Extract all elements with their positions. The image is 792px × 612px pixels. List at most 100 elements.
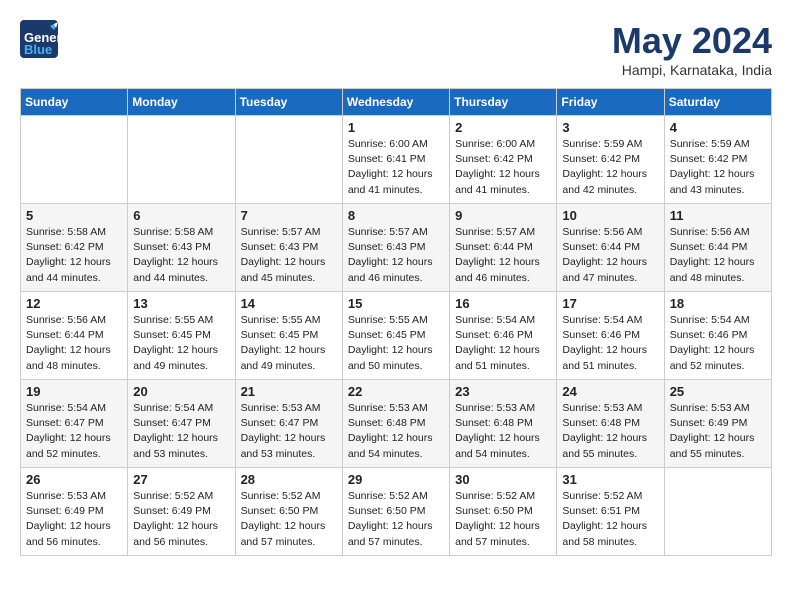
logo-icon: General Blue [20, 20, 58, 58]
day-number: 9 [455, 208, 551, 223]
day-detail: Sunrise: 5:58 AM Sunset: 6:43 PM Dayligh… [133, 225, 229, 286]
page-header: General Blue May 2024 Hampi, Karnataka, … [20, 20, 772, 78]
day-number: 20 [133, 384, 229, 399]
calendar-cell: 14 Sunrise: 5:55 AM Sunset: 6:45 PM Dayli… [235, 292, 342, 380]
calendar-cell [21, 116, 128, 204]
month-title: May 2024 [612, 20, 772, 62]
day-number: 6 [133, 208, 229, 223]
day-detail: Sunrise: 5:55 AM Sunset: 6:45 PM Dayligh… [241, 313, 337, 374]
day-detail: Sunrise: 5:52 AM Sunset: 6:49 PM Dayligh… [133, 489, 229, 550]
day-detail: Sunrise: 5:53 AM Sunset: 6:48 PM Dayligh… [562, 401, 658, 462]
day-number: 3 [562, 120, 658, 135]
day-number: 30 [455, 472, 551, 487]
day-detail: Sunrise: 5:53 AM Sunset: 6:48 PM Dayligh… [348, 401, 444, 462]
day-number: 10 [562, 208, 658, 223]
calendar-cell: 13 Sunrise: 5:55 AM Sunset: 6:45 PM Dayli… [128, 292, 235, 380]
day-detail: Sunrise: 5:54 AM Sunset: 6:46 PM Dayligh… [562, 313, 658, 374]
day-number: 25 [670, 384, 766, 399]
calendar-cell: 2Sunrise: 6:00 AM Sunset: 6:42 PM Daylig… [450, 116, 557, 204]
calendar-cell: 16Sunrise: 5:54 AM Sunset: 6:46 PM Dayli… [450, 292, 557, 380]
calendar-cell: 3 Sunrise: 5:59 AM Sunset: 6:42 PM Daylig… [557, 116, 664, 204]
calendar-table: SundayMondayTuesdayWednesdayThursdayFrid… [20, 88, 772, 556]
day-detail: Sunrise: 5:56 AM Sunset: 6:44 PM Dayligh… [562, 225, 658, 286]
day-detail: Sunrise: 5:56 AM Sunset: 6:44 PM Dayligh… [26, 313, 122, 374]
day-detail: Sunrise: 6:00 AM Sunset: 6:42 PM Dayligh… [455, 137, 551, 198]
day-detail: Sunrise: 5:52 AM Sunset: 6:50 PM Dayligh… [455, 489, 551, 550]
calendar-cell: 17Sunrise: 5:54 AM Sunset: 6:46 PM Dayli… [557, 292, 664, 380]
logo: General Blue [20, 20, 58, 58]
calendar-cell: 8 Sunrise: 5:57 AM Sunset: 6:43 PM Daylig… [342, 204, 449, 292]
day-number: 14 [241, 296, 337, 311]
day-number: 5 [26, 208, 122, 223]
calendar-cell: 20 Sunrise: 5:54 AM Sunset: 6:47 PM Dayli… [128, 380, 235, 468]
calendar-cell: 30 Sunrise: 5:52 AM Sunset: 6:50 PM Dayli… [450, 468, 557, 556]
calendar-cell: 25 Sunrise: 5:53 AM Sunset: 6:49 PM Dayli… [664, 380, 771, 468]
day-detail: Sunrise: 5:53 AM Sunset: 6:47 PM Dayligh… [241, 401, 337, 462]
day-detail: Sunrise: 5:59 AM Sunset: 6:42 PM Dayligh… [670, 137, 766, 198]
weekday-header-monday: Monday [128, 89, 235, 116]
calendar-cell: 28 Sunrise: 5:52 AM Sunset: 6:50 PM Dayli… [235, 468, 342, 556]
day-number: 31 [562, 472, 658, 487]
calendar-cell: 23 Sunrise: 5:53 AM Sunset: 6:48 PM Dayli… [450, 380, 557, 468]
day-detail: Sunrise: 5:53 AM Sunset: 6:48 PM Dayligh… [455, 401, 551, 462]
calendar-cell: 6 Sunrise: 5:58 AM Sunset: 6:43 PM Daylig… [128, 204, 235, 292]
calendar-cell: 1 Sunrise: 6:00 AM Sunset: 6:41 PM Daylig… [342, 116, 449, 204]
calendar-cell: 29 Sunrise: 5:52 AM Sunset: 6:50 PM Dayli… [342, 468, 449, 556]
day-number: 1 [348, 120, 444, 135]
calendar-cell: 12 Sunrise: 5:56 AM Sunset: 6:44 PM Dayli… [21, 292, 128, 380]
weekday-header-friday: Friday [557, 89, 664, 116]
day-number: 12 [26, 296, 122, 311]
day-number: 18 [670, 296, 766, 311]
calendar-cell: 4 Sunrise: 5:59 AM Sunset: 6:42 PM Daylig… [664, 116, 771, 204]
day-number: 11 [670, 208, 766, 223]
day-detail: Sunrise: 5:53 AM Sunset: 6:49 PM Dayligh… [670, 401, 766, 462]
calendar-cell: 22Sunrise: 5:53 AM Sunset: 6:48 PM Dayli… [342, 380, 449, 468]
calendar-cell: 21 Sunrise: 5:53 AM Sunset: 6:47 PM Dayli… [235, 380, 342, 468]
day-detail: Sunrise: 5:59 AM Sunset: 6:42 PM Dayligh… [562, 137, 658, 198]
calendar-cell: 11 Sunrise: 5:56 AM Sunset: 6:44 PM Dayli… [664, 204, 771, 292]
day-detail: Sunrise: 6:00 AM Sunset: 6:41 PM Dayligh… [348, 137, 444, 198]
weekday-header-sunday: Sunday [21, 89, 128, 116]
day-detail: Sunrise: 5:55 AM Sunset: 6:45 PM Dayligh… [133, 313, 229, 374]
calendar-cell: 9 Sunrise: 5:57 AM Sunset: 6:44 PM Daylig… [450, 204, 557, 292]
day-detail: Sunrise: 5:53 AM Sunset: 6:49 PM Dayligh… [26, 489, 122, 550]
day-number: 16 [455, 296, 551, 311]
day-number: 26 [26, 472, 122, 487]
weekday-header-saturday: Saturday [664, 89, 771, 116]
day-number: 28 [241, 472, 337, 487]
calendar-cell: 5 Sunrise: 5:58 AM Sunset: 6:42 PM Daylig… [21, 204, 128, 292]
calendar-cell: 18 Sunrise: 5:54 AM Sunset: 6:46 PM Dayli… [664, 292, 771, 380]
svg-text:Blue: Blue [24, 42, 52, 57]
weekday-header-wednesday: Wednesday [342, 89, 449, 116]
calendar-cell [664, 468, 771, 556]
calendar-cell: 27Sunrise: 5:52 AM Sunset: 6:49 PM Dayli… [128, 468, 235, 556]
day-detail: Sunrise: 5:55 AM Sunset: 6:45 PM Dayligh… [348, 313, 444, 374]
day-detail: Sunrise: 5:57 AM Sunset: 6:43 PM Dayligh… [348, 225, 444, 286]
day-number: 29 [348, 472, 444, 487]
day-number: 21 [241, 384, 337, 399]
calendar-cell: 26 Sunrise: 5:53 AM Sunset: 6:49 PM Dayli… [21, 468, 128, 556]
day-detail: Sunrise: 5:52 AM Sunset: 6:50 PM Dayligh… [348, 489, 444, 550]
day-detail: Sunrise: 5:54 AM Sunset: 6:46 PM Dayligh… [670, 313, 766, 374]
calendar-cell [128, 116, 235, 204]
calendar-cell: 19Sunrise: 5:54 AM Sunset: 6:47 PM Dayli… [21, 380, 128, 468]
day-detail: Sunrise: 5:52 AM Sunset: 6:50 PM Dayligh… [241, 489, 337, 550]
day-number: 7 [241, 208, 337, 223]
calendar-cell: 31 Sunrise: 5:52 AM Sunset: 6:51 PM Dayli… [557, 468, 664, 556]
title-block: May 2024 Hampi, Karnataka, India [612, 20, 772, 78]
day-detail: Sunrise: 5:57 AM Sunset: 6:44 PM Dayligh… [455, 225, 551, 286]
day-detail: Sunrise: 5:52 AM Sunset: 6:51 PM Dayligh… [562, 489, 658, 550]
day-detail: Sunrise: 5:56 AM Sunset: 6:44 PM Dayligh… [670, 225, 766, 286]
calendar-cell: 15Sunrise: 5:55 AM Sunset: 6:45 PM Dayli… [342, 292, 449, 380]
day-number: 4 [670, 120, 766, 135]
day-number: 8 [348, 208, 444, 223]
weekday-header-tuesday: Tuesday [235, 89, 342, 116]
day-detail: Sunrise: 5:58 AM Sunset: 6:42 PM Dayligh… [26, 225, 122, 286]
calendar-cell: 7Sunrise: 5:57 AM Sunset: 6:43 PM Daylig… [235, 204, 342, 292]
day-detail: Sunrise: 5:54 AM Sunset: 6:47 PM Dayligh… [26, 401, 122, 462]
weekday-header-thursday: Thursday [450, 89, 557, 116]
day-number: 13 [133, 296, 229, 311]
day-number: 23 [455, 384, 551, 399]
day-detail: Sunrise: 5:54 AM Sunset: 6:47 PM Dayligh… [133, 401, 229, 462]
calendar-cell: 24Sunrise: 5:53 AM Sunset: 6:48 PM Dayli… [557, 380, 664, 468]
